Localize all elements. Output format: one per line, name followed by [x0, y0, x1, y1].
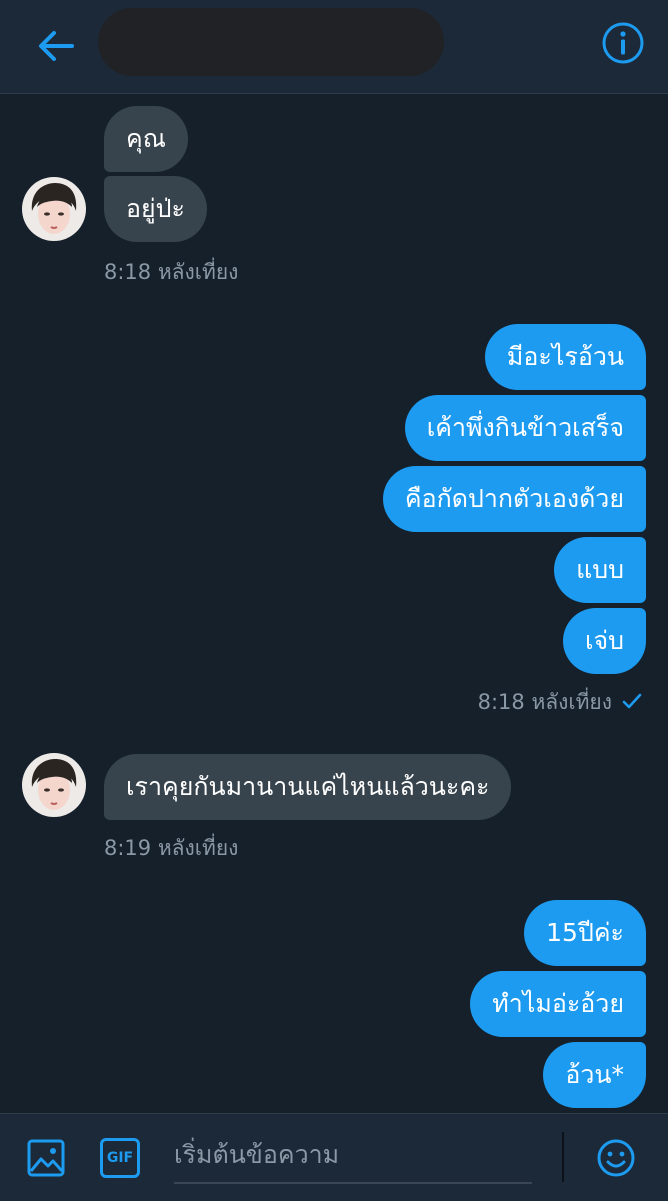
emoji-icon	[597, 1139, 635, 1177]
message-timestamp: 8:18 หลังเที่ยง	[104, 260, 239, 284]
outgoing-message[interactable]: 15ปีค่ะ	[524, 900, 646, 966]
incoming-message[interactable]: อยู่ป่ะ	[104, 176, 207, 242]
outgoing-message[interactable]: แบบ	[554, 537, 646, 603]
outgoing-message[interactable]: ทำไมอ่ะอ้วย	[470, 971, 646, 1037]
avatar-image	[22, 177, 86, 241]
message-composer: GIF	[0, 1113, 668, 1201]
outgoing-message[interactable]: เค้าพึ่งกินข้าวเสร็จ	[404, 395, 646, 461]
back-button[interactable]	[34, 24, 78, 68]
image-icon	[27, 1139, 65, 1177]
add-image-button[interactable]	[26, 1138, 66, 1178]
incoming-message[interactable]: คุณ	[104, 106, 188, 172]
input-underline	[174, 1182, 532, 1184]
outgoing-message[interactable]: มีอะไรอ้วน	[484, 324, 646, 390]
composer-divider	[562, 1132, 564, 1182]
redacted-contact-name	[98, 8, 444, 76]
avatar-image	[22, 753, 86, 817]
conversation-header	[0, 0, 668, 94]
avatar[interactable]	[22, 177, 86, 241]
info-button[interactable]	[600, 20, 646, 66]
info-icon	[602, 22, 644, 64]
arrow-left-icon	[39, 31, 74, 61]
outgoing-message[interactable]: อ้วน*	[543, 1042, 646, 1108]
outgoing-message[interactable]: เจ่บ	[562, 608, 646, 674]
message-timestamp: 8:19 หลังเที่ยง	[104, 836, 239, 860]
avatar[interactable]	[22, 753, 86, 817]
gif-button[interactable]: GIF	[100, 1138, 140, 1178]
emoji-button[interactable]	[596, 1138, 636, 1178]
message-timestamp: 8:18 หลังเที่ยง	[477, 690, 612, 714]
check-icon	[622, 693, 642, 709]
incoming-message[interactable]: เราคุยกันมานานแค่ไหนแล้วนะคะ	[104, 754, 512, 820]
outgoing-message[interactable]: คือกัดปากตัวเองด้วย	[382, 466, 646, 532]
message-input[interactable]	[174, 1132, 534, 1176]
